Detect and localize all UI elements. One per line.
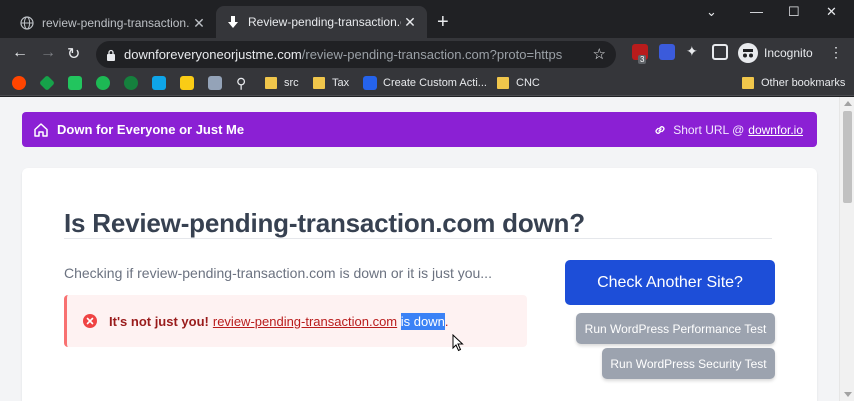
spotify-icon xyxy=(96,76,110,90)
bookmark-label: Create Custom Acti... xyxy=(383,77,487,89)
alert-tail: . xyxy=(444,313,449,329)
back-button[interactable]: ← xyxy=(12,44,28,62)
short-url: Short URL @ downfor.io xyxy=(653,123,803,137)
link-icon xyxy=(653,123,667,137)
bitwarden-icon[interactable] xyxy=(659,44,675,60)
bookmark-spotify[interactable] xyxy=(96,74,116,92)
bookmark-label: src xyxy=(284,77,299,89)
search-icon: ⚲ xyxy=(236,74,247,91)
hexagon-icon xyxy=(68,76,82,90)
bookmark-green-diamond[interactable] xyxy=(39,74,60,92)
incognito-label: Incognito xyxy=(764,46,813,60)
folder-icon xyxy=(497,77,509,89)
close-tab-icon[interactable]: ✕ xyxy=(190,15,208,32)
bookmark-vscode[interactable] xyxy=(152,74,172,92)
main-card: Is Review-pending-transaction.com down? … xyxy=(22,168,817,401)
bookmark-label: Tax xyxy=(332,77,350,89)
extension-badge: 3 xyxy=(638,55,647,64)
error-x-icon xyxy=(83,314,97,328)
keep-icon xyxy=(180,76,194,90)
folder-icon xyxy=(742,77,754,89)
checking-text: Checking if review-pending-transaction.c… xyxy=(64,265,492,281)
forward-button[interactable]: → xyxy=(40,44,56,62)
wordpress-performance-test-button[interactable]: Run WordPress Performance Test xyxy=(576,313,775,344)
bookmark-custom-action[interactable]: Create Custom Acti... xyxy=(363,74,487,92)
home-icon[interactable] xyxy=(33,122,49,138)
divider xyxy=(64,238,772,239)
bookmark-other[interactable]: Other bookmarks xyxy=(742,74,845,92)
bookmark-folder-cnc[interactable]: CNC xyxy=(497,74,540,92)
new-tab-button[interactable]: + xyxy=(437,12,449,32)
menu-kebab-icon[interactable]: ⋮ xyxy=(829,44,843,61)
tab-inactive[interactable]: review-pending-transaction.com ✕ xyxy=(10,8,216,38)
bookmark-hex[interactable] xyxy=(68,74,88,92)
lock-icon[interactable] xyxy=(106,49,116,61)
address-bar[interactable]: downforeveryoneorjustme.com/review-pendi… xyxy=(96,41,616,68)
page-scrollbar[interactable] xyxy=(839,97,854,401)
mouse-cursor-icon xyxy=(452,334,464,352)
alert-site-link[interactable]: review-pending-transaction.com xyxy=(213,314,397,329)
url-path: /review-pending-transaction.com?proto=ht… xyxy=(301,47,563,62)
bookmark-label: CNC xyxy=(516,77,540,89)
download-arrow-icon xyxy=(226,15,240,29)
scroll-up-arrow-icon[interactable] xyxy=(844,101,852,106)
bookmark-label: Other bookmarks xyxy=(761,77,846,89)
tab-title: review-pending-transaction.com xyxy=(42,16,190,30)
bookmark-m[interactable] xyxy=(208,74,228,92)
bookmark-folder-src[interactable]: src xyxy=(265,74,299,92)
minimize-icon[interactable]: — xyxy=(750,4,763,19)
bookmarks-bar: ⚲ src Tax Create Custom Acti... CNC Othe… xyxy=(0,70,854,96)
maximize-icon[interactable]: ☐ xyxy=(788,4,800,20)
page-viewport: Down for Everyone or Just Me Short URL @… xyxy=(0,97,854,401)
m-letter-icon xyxy=(208,76,222,90)
extensions-puzzle-icon[interactable]: ✦ xyxy=(686,43,702,59)
site-header: Down for Everyone or Just Me Short URL @… xyxy=(22,112,817,147)
bookmark-search[interactable]: ⚲ xyxy=(236,74,246,92)
url-host: downforeveryoneorjustme.com xyxy=(124,47,302,62)
bookmark-reddit[interactable] xyxy=(12,74,32,92)
tab-title: Review-pending-transaction.com xyxy=(248,15,401,29)
scroll-down-arrow-icon[interactable] xyxy=(844,392,852,397)
reddit-icon xyxy=(12,76,26,90)
short-url-link[interactable]: downfor.io xyxy=(748,123,803,137)
alert-bold-text: It's not just you! xyxy=(109,313,209,329)
folder-icon xyxy=(265,77,277,89)
bookmark-yellow[interactable] xyxy=(180,74,200,92)
wordpress-security-test-button[interactable]: Run WordPress Security Test xyxy=(602,348,775,379)
close-tab-icon[interactable]: ✕ xyxy=(401,14,419,31)
browser-toolbar: ← → ↻ downforeveryoneorjustme.com/review… xyxy=(0,38,854,70)
vscode-icon xyxy=(152,76,166,90)
reload-button[interactable]: ↻ xyxy=(67,44,80,64)
bookmark-folder-tax[interactable]: Tax xyxy=(313,74,349,92)
short-url-prefix: Short URL @ xyxy=(673,122,745,137)
a-letter-icon xyxy=(124,76,138,90)
folder-icon xyxy=(313,77,325,89)
incognito-icon xyxy=(738,43,758,63)
close-window-icon[interactable]: ✕ xyxy=(826,4,837,20)
scrollbar-thumb[interactable] xyxy=(843,111,852,203)
incognito-profile[interactable]: Incognito xyxy=(738,43,813,63)
alert-selected-text: is down xyxy=(400,312,445,330)
page-title: Is Review-pending-transaction.com down? xyxy=(64,208,585,238)
check-another-site-button[interactable]: Check Another Site? xyxy=(565,260,775,305)
bookmark-a[interactable] xyxy=(124,74,144,92)
site-brand[interactable]: Down for Everyone or Just Me xyxy=(57,122,244,137)
bookmark-star-icon[interactable]: ☆ xyxy=(593,45,606,63)
tab-active[interactable]: Review-pending-transaction.com ✕ xyxy=(216,6,427,38)
tab-search-icon[interactable]: ⌄ xyxy=(706,4,717,20)
custom-action-icon xyxy=(363,76,377,90)
side-panel-icon[interactable] xyxy=(712,44,728,60)
diamond-icon xyxy=(39,75,55,91)
globe-icon xyxy=(20,16,34,30)
